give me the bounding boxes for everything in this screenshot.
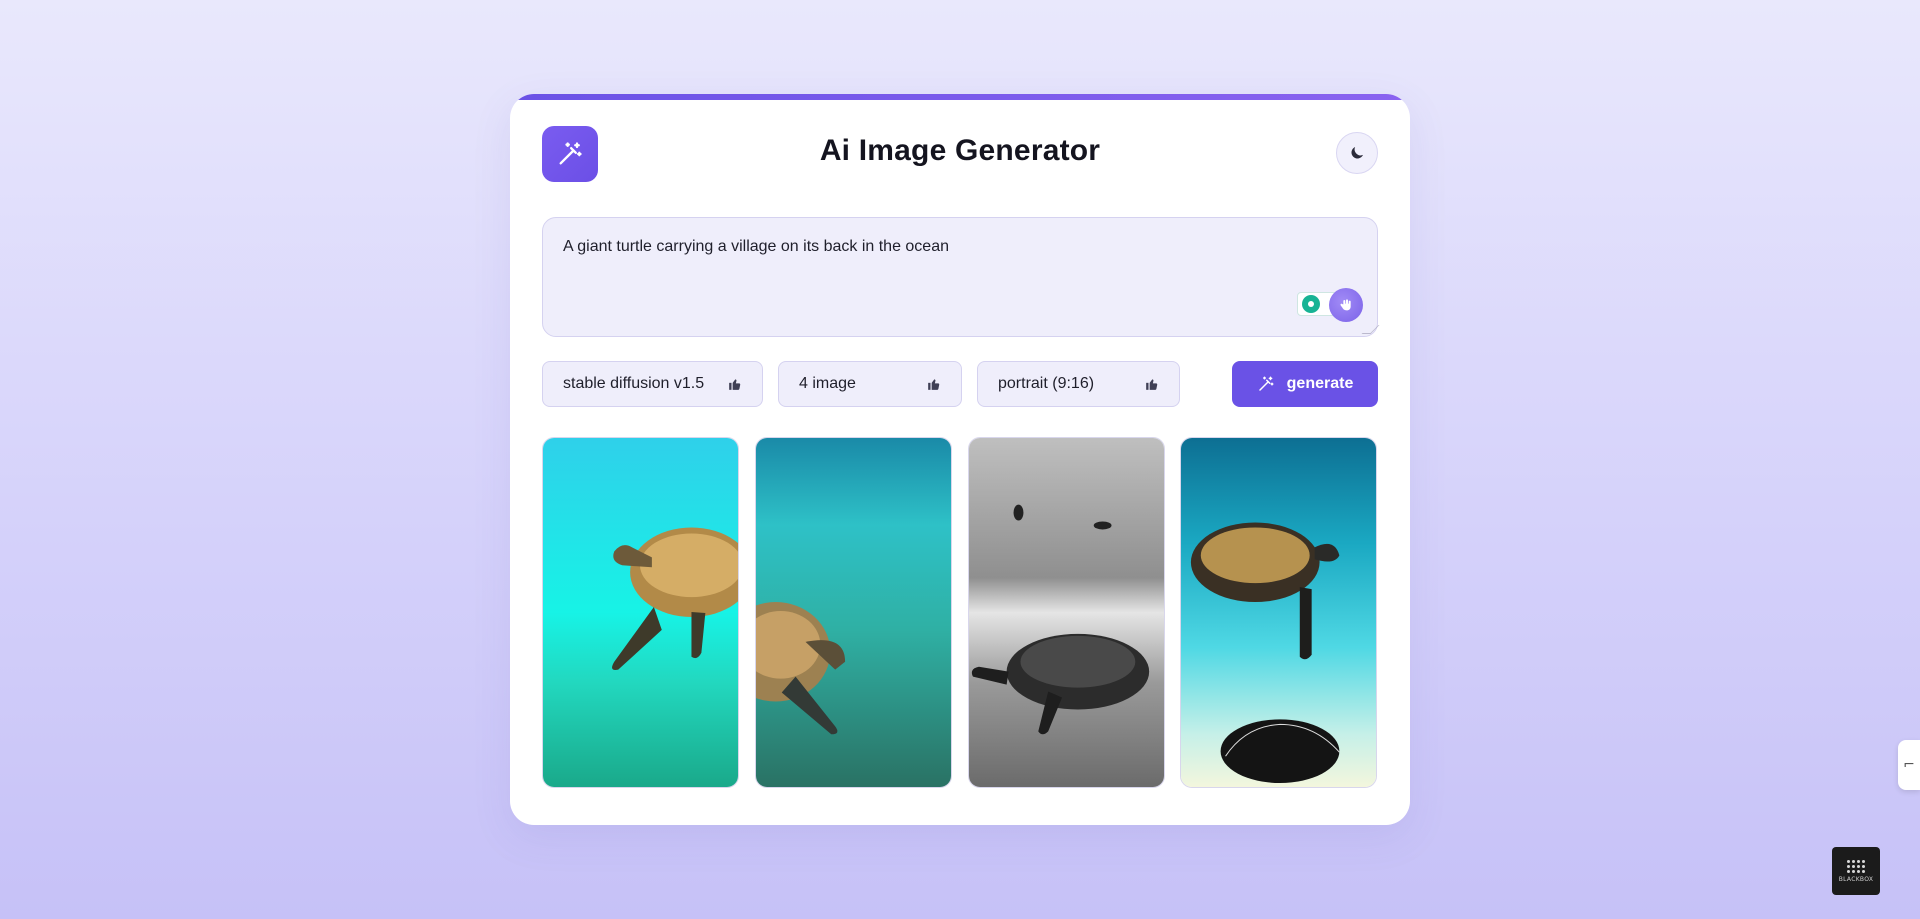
image-count-value: 4 image bbox=[799, 375, 856, 392]
extension-button[interactable] bbox=[1329, 288, 1363, 322]
generate-button[interactable]: generate bbox=[1232, 361, 1378, 407]
turtle-image bbox=[969, 438, 1164, 787]
model-select-value: stable diffusion v1.5 bbox=[563, 375, 705, 392]
turtle-image bbox=[1181, 438, 1376, 787]
aspect-ratio-value: portrait (9:16) bbox=[998, 375, 1095, 392]
generate-label: generate bbox=[1286, 375, 1354, 392]
turtle-image bbox=[756, 438, 951, 787]
gallery-image-1[interactable] bbox=[542, 437, 739, 788]
extension-overlay[interactable] bbox=[1297, 288, 1363, 324]
prompt-text[interactable]: A giant turtle carrying a village on its… bbox=[563, 238, 1357, 256]
blackbox-widget[interactable]: BLACKBOX bbox=[1832, 847, 1880, 895]
blackbox-logo-icon bbox=[1847, 859, 1865, 873]
image-count-select[interactable]: 4 image bbox=[778, 361, 962, 407]
thumbs-up-icon bbox=[729, 379, 741, 390]
thumbs-up-icon bbox=[928, 379, 940, 390]
side-panel-tab[interactable]: ⌐ bbox=[1898, 740, 1920, 790]
generator-card: Ai Image Generator A giant turtle carryi… bbox=[510, 94, 1410, 825]
model-select[interactable]: stable diffusion v1.5 bbox=[542, 361, 763, 407]
moon-icon bbox=[1351, 147, 1363, 159]
page-title: Ai Image Generator bbox=[819, 134, 1101, 167]
thumbs-up-icon bbox=[1146, 379, 1158, 390]
bulb-icon bbox=[1302, 295, 1320, 313]
aspect-ratio-select[interactable]: portrait (9:16) bbox=[977, 361, 1180, 407]
hand-icon bbox=[1340, 299, 1351, 311]
blackbox-label: BLACKBOX bbox=[1838, 875, 1874, 883]
gallery-image-2[interactable] bbox=[755, 437, 952, 788]
magic-wand-icon bbox=[1258, 376, 1274, 391]
resize-handle[interactable] bbox=[1361, 325, 1380, 334]
card-accent-bar bbox=[510, 94, 1410, 100]
prompt-input[interactable]: A giant turtle carrying a village on its… bbox=[542, 217, 1380, 337]
turtle-image bbox=[543, 438, 738, 787]
gallery-image-4[interactable] bbox=[1180, 437, 1377, 788]
theme-toggle-button[interactable] bbox=[1336, 132, 1378, 174]
gallery-image-3[interactable] bbox=[968, 437, 1165, 788]
